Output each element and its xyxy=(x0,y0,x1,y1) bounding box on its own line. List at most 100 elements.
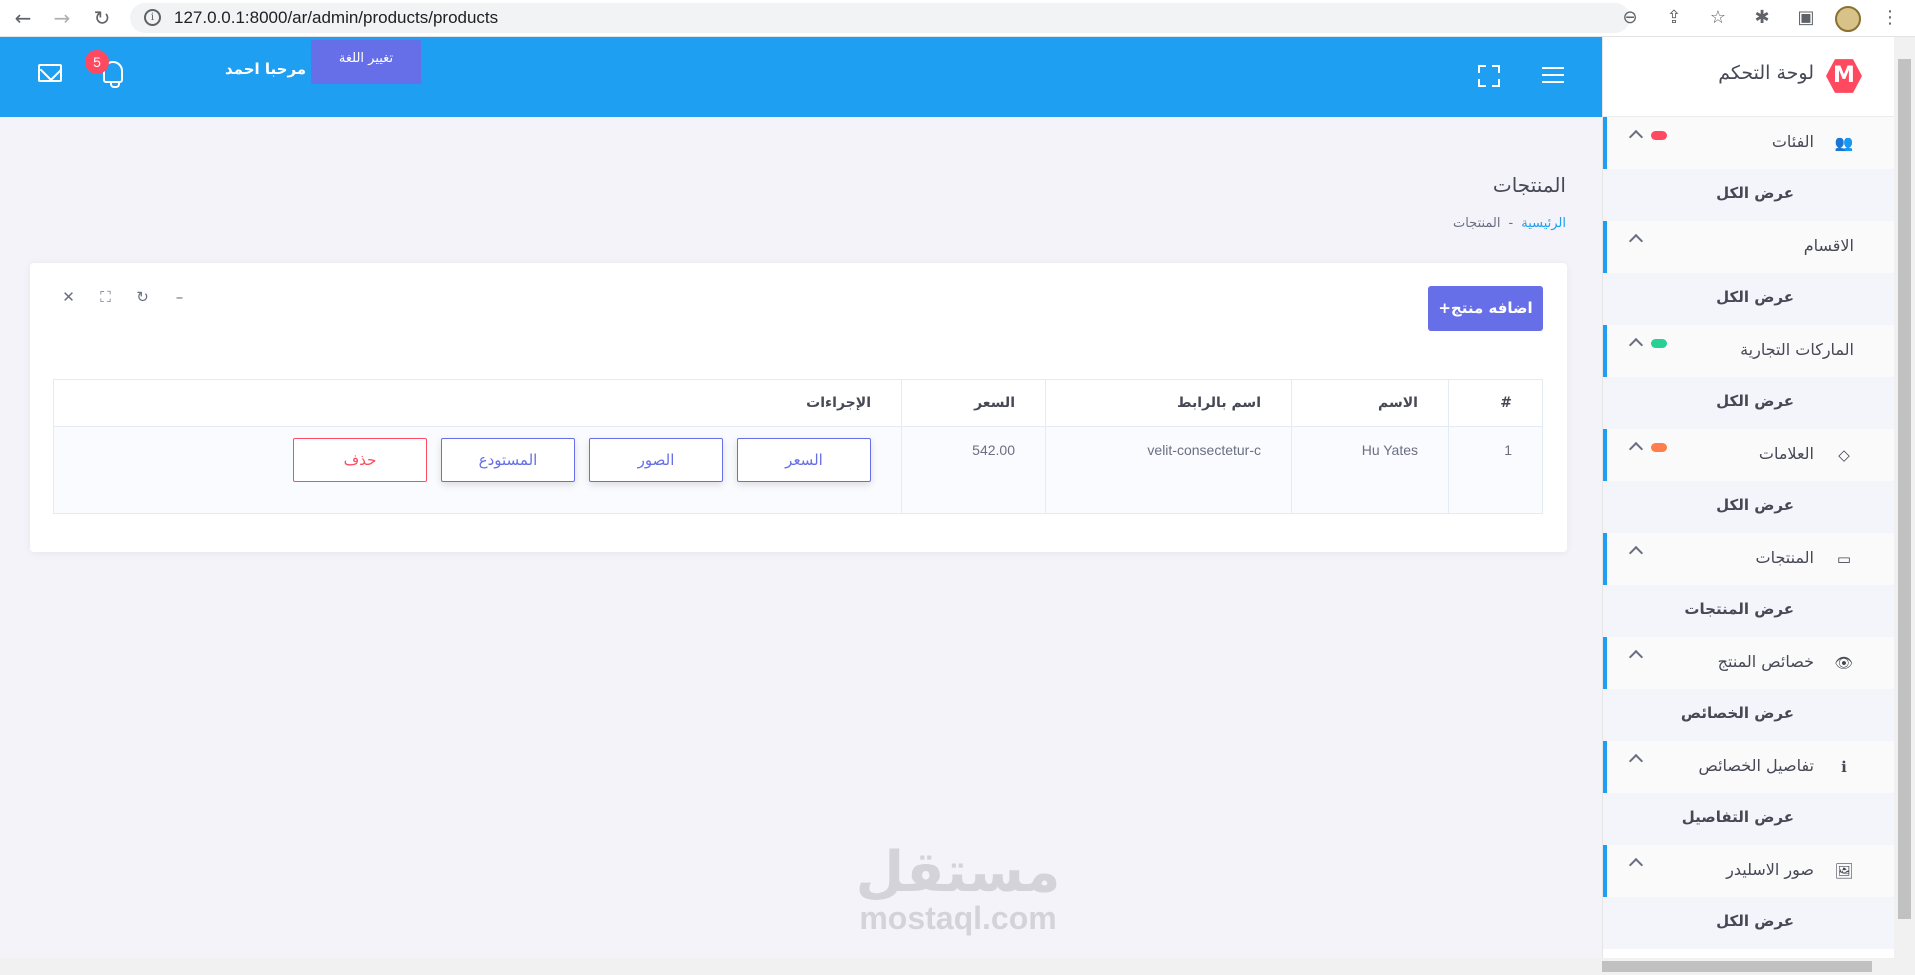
sidebar-section[interactable]: ▭ المنتجات xyxy=(1603,533,1894,585)
sidebar-section[interactable]: 👁 خصائص المنتج xyxy=(1603,637,1894,689)
page-title: المنتجات xyxy=(1492,173,1566,197)
hamburger-menu-icon[interactable] xyxy=(1542,67,1564,83)
brand-title: لوحة التحكم xyxy=(1718,62,1814,84)
sidebar-subitem[interactable]: عرض الكل xyxy=(1603,481,1894,533)
zoom-icon[interactable]: ⊖ xyxy=(1615,4,1645,34)
sidebar-section-label: صور الاسليدر xyxy=(1726,860,1814,879)
expand-icon[interactable]: ⛶ xyxy=(97,289,114,306)
top-navbar: 5 مرحبا احمد تغيير اللغة xyxy=(0,37,1602,117)
chevron-up-icon[interactable] xyxy=(1628,233,1644,249)
fullscreen-icon[interactable] xyxy=(1478,65,1500,87)
sidebar-subitem-label: عرض التفاصيل xyxy=(1681,808,1794,826)
breadcrumb: الرئيسية-المنتجات xyxy=(1453,216,1566,231)
sidebar-subitem[interactable]: عرض الكل xyxy=(1603,273,1894,325)
column-header: # xyxy=(1448,379,1543,427)
watermark-latin: mostaql.com xyxy=(859,900,1057,936)
images-button[interactable]: الصور xyxy=(589,438,723,482)
change-language-button[interactable]: تغيير اللغة xyxy=(311,40,421,84)
sidebar-subitem-label: عرض الكل xyxy=(1716,184,1794,202)
product-slug: velit-consectetur-c xyxy=(1045,426,1292,514)
chevron-up-icon[interactable] xyxy=(1628,337,1644,353)
brand-logo: M xyxy=(1826,59,1862,93)
url-text[interactable]: 127.0.0.1:8000/ar/admin/products/product… xyxy=(174,8,498,28)
forward-icon[interactable]: → xyxy=(47,4,77,34)
tag-icon: ◇ xyxy=(1838,446,1850,464)
column-header: الاسم xyxy=(1291,379,1449,427)
sidebar-subitem-label: عرض الخصائص xyxy=(1680,704,1794,722)
sidebar-subitem-label: عرض الكل xyxy=(1716,496,1794,514)
ticket-icon: ▭ xyxy=(1836,550,1852,568)
chevron-up-icon[interactable] xyxy=(1628,649,1644,665)
add-product-button[interactable]: +اضافه منتج xyxy=(1428,286,1543,331)
scrollbar-thumb[interactable] xyxy=(1898,59,1911,919)
extensions-icon[interactable]: ✱ xyxy=(1747,4,1777,34)
sidebar-subitem[interactable]: عرض الكل xyxy=(1603,169,1894,221)
stock-button[interactable]: المستودع xyxy=(441,438,575,482)
sidebar-section-label: الماركات التجارية xyxy=(1740,340,1854,359)
sidebar-section[interactable]: ◇ العلامات xyxy=(1603,429,1894,481)
watermark: مستقل mostaql.com xyxy=(838,840,1078,936)
vertical-scrollbar[interactable] xyxy=(1894,37,1915,975)
back-icon[interactable]: ← xyxy=(8,4,38,34)
card-tools: ✕ ⛶ ↻ – xyxy=(60,289,188,306)
info-icon: ℹ xyxy=(1841,758,1847,776)
product-price: 542.00 xyxy=(901,426,1046,514)
price-button[interactable]: السعر xyxy=(737,438,871,482)
sidebar-subitem[interactable]: عرض المنتجات xyxy=(1603,585,1894,637)
image-icon: 🖼 xyxy=(1834,862,1854,880)
sidebar-section[interactable]: الاقسام xyxy=(1603,221,1894,273)
chevron-up-icon[interactable] xyxy=(1628,857,1644,873)
browser-actions: ⊖ ⇪ ☆ ✱ ▣ ⋮ xyxy=(1615,4,1905,34)
brand[interactable]: M لوحة التحكم xyxy=(1603,37,1894,117)
sidebar-subitem[interactable]: عرض التفاصيل xyxy=(1603,793,1894,845)
column-header: اسم بالرابط xyxy=(1045,379,1292,427)
column-header: الإجراءات xyxy=(53,379,902,427)
collapse-icon[interactable]: – xyxy=(171,289,188,306)
sidebar-section[interactable]: 🖼 صور الاسليدر xyxy=(1603,845,1894,897)
bookmark-star-icon[interactable]: ☆ xyxy=(1703,4,1733,34)
site-info-icon[interactable]: i xyxy=(144,9,161,26)
sidebar-section-label: العلامات xyxy=(1758,444,1814,463)
sidebar-section-label: تفاصيل الخصائص xyxy=(1698,756,1815,775)
sidebar-subitem-label: عرض الكل xyxy=(1716,288,1794,306)
sidebar-subitem-label: عرض الكل xyxy=(1716,912,1794,930)
products-table: # الاسم اسم بالرابط السعر الإجراءات 1 Hu… xyxy=(53,379,1543,514)
user-greeting[interactable]: مرحبا احمد xyxy=(225,60,306,78)
sidebar-menu: 👥 الفئات عرض الكل الاقسام عرض الكل الماركات ا… xyxy=(1603,117,1894,949)
watermark-arabic: مستقل xyxy=(855,840,1061,905)
sidebar-section[interactable]: ℹ تفاصيل الخصائص xyxy=(1603,741,1894,793)
chevron-up-icon[interactable] xyxy=(1628,441,1644,457)
sidebar-section-label: الاقسام xyxy=(1803,236,1854,255)
share-icon[interactable]: ⇪ xyxy=(1659,4,1689,34)
reload-icon[interactable]: ↻ xyxy=(87,4,117,34)
browser-menu-icon[interactable]: ⋮ xyxy=(1875,4,1905,34)
sidebar: M لوحة التحكم 👥 الفئات عرض الكل الاقسام عرض … xyxy=(1602,37,1894,975)
sidebar-section-label: المنتجات xyxy=(1755,548,1815,567)
chevron-up-icon[interactable] xyxy=(1628,129,1644,145)
sidebar-subitem[interactable]: عرض الكل xyxy=(1603,897,1894,949)
sidebar-subitem-label: عرض المنتجات xyxy=(1684,600,1794,618)
eye-icon: 👁 xyxy=(1834,654,1854,672)
address-bar[interactable]: i 127.0.0.1:8000/ar/admin/products/produ… xyxy=(130,3,1630,33)
scrollbar-thumb[interactable] xyxy=(1602,961,1872,972)
close-icon[interactable]: ✕ xyxy=(60,289,77,306)
horizontal-scrollbar[interactable] xyxy=(0,958,1894,975)
mail-icon[interactable] xyxy=(38,64,62,82)
breadcrumb-home[interactable]: الرئيسية xyxy=(1521,216,1566,231)
status-dot xyxy=(1651,443,1667,452)
profile-avatar[interactable] xyxy=(1835,6,1861,32)
chevron-up-icon[interactable] xyxy=(1628,753,1644,769)
sidebar-section[interactable]: الماركات التجارية xyxy=(1603,325,1894,377)
side-panel-icon[interactable]: ▣ xyxy=(1791,4,1821,34)
users-icon: 👥 xyxy=(1834,134,1854,152)
sidebar-section[interactable]: 👥 الفئات xyxy=(1603,117,1894,169)
refresh-icon[interactable]: ↻ xyxy=(134,289,151,306)
breadcrumb-current: المنتجات xyxy=(1452,216,1501,231)
sidebar-subitem[interactable]: عرض الخصائص xyxy=(1603,689,1894,741)
delete-button[interactable]: حذف xyxy=(293,438,427,482)
notification-badge: 5 xyxy=(85,50,109,74)
breadcrumb-separator: - xyxy=(1508,216,1514,231)
sidebar-subitem[interactable]: عرض الكل xyxy=(1603,377,1894,429)
chevron-up-icon[interactable] xyxy=(1628,545,1644,561)
row-actions: السعر الصور المستودع حذف xyxy=(53,426,902,514)
